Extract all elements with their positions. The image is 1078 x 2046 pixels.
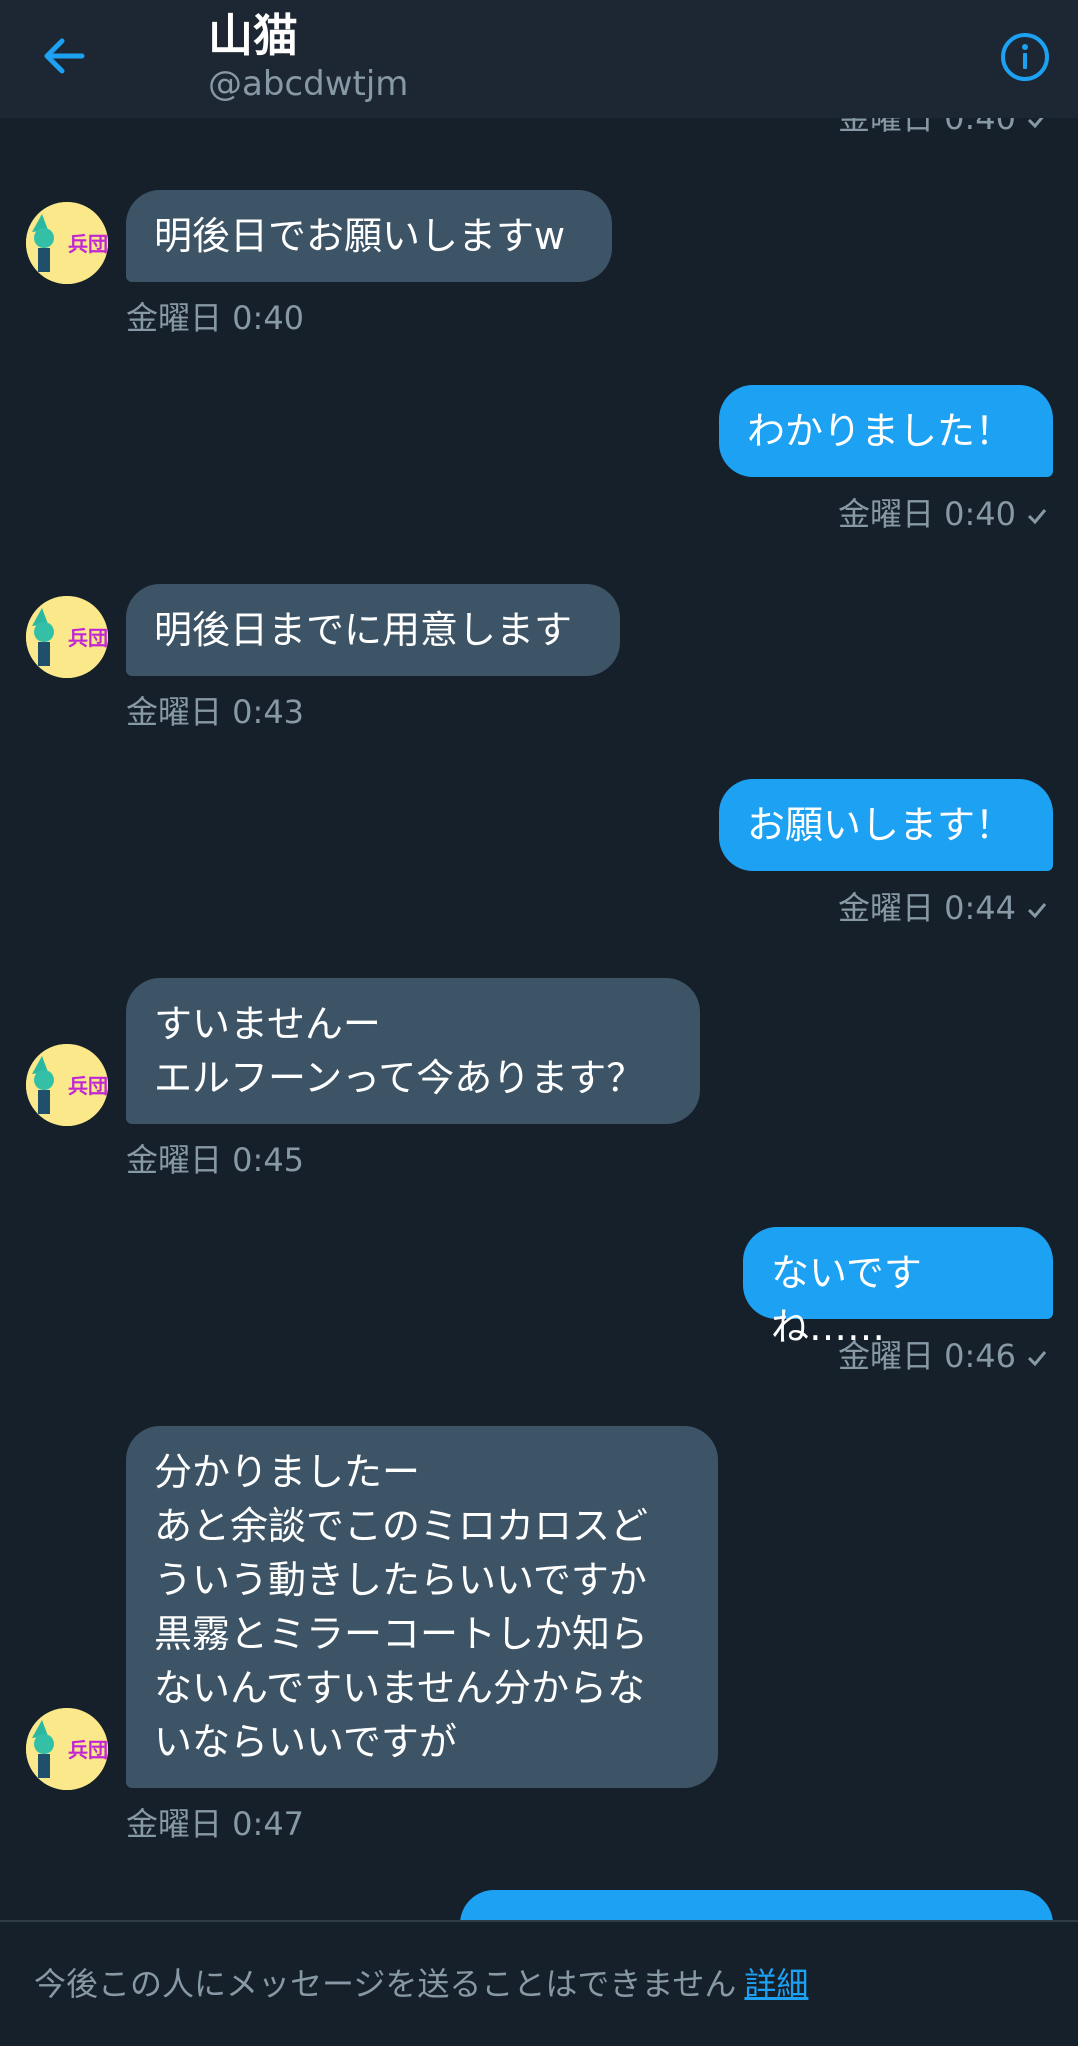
dm-restricted-footer: 今後この人にメッセージを送ることはできません 詳細	[0, 1920, 1078, 2046]
avatar[interactable]: 兵団	[26, 1708, 108, 1790]
avatar-image-icon: 兵団	[26, 1044, 108, 1126]
message-bubble-incoming[interactable]: 明後日でお願いしますw	[126, 190, 612, 282]
message-bubble-outgoing[interactable]: わかりました！	[719, 385, 1053, 477]
avatar[interactable]: 兵団	[26, 596, 108, 678]
message-timestamp: 金曜日 0:46	[838, 1336, 1048, 1378]
conversation-title: 山猫	[208, 9, 299, 62]
avatar-image-icon: 兵団	[26, 202, 108, 284]
avatar-image-icon: 兵団	[26, 596, 108, 678]
arrow-left-icon	[44, 38, 85, 74]
message-timestamp: 金曜日 0:43	[126, 693, 305, 731]
message-bubble-outgoing[interactable]: お願いします！	[719, 779, 1053, 871]
info-button[interactable]	[998, 30, 1052, 84]
message-timestamp: 金曜日 0:45	[126, 1141, 305, 1179]
conversation-handle: @abcdwtjm	[208, 64, 409, 104]
footer-notice: 今後この人にメッセージを送ることはできません 詳細	[34, 1962, 808, 2006]
checkmark-icon	[1026, 1338, 1048, 1378]
info-circle-icon	[1001, 33, 1049, 81]
svg-text:兵団: 兵団	[68, 1074, 108, 1098]
checkmark-icon	[1026, 496, 1048, 536]
message-timestamp: 金曜日 0:44	[838, 888, 1048, 930]
back-button[interactable]	[34, 26, 94, 86]
avatar[interactable]: 兵団	[26, 1044, 108, 1126]
message-timestamp: 金曜日 0:40	[838, 118, 1048, 140]
dm-conversation-screen: 山猫 @abcdwtjm 金曜日 0:40 兵団 明後日でお願いしますw 金曜日…	[0, 0, 1078, 2046]
message-bubble-incoming[interactable]: すいませんー エルフーンって今あります？	[126, 978, 700, 1124]
checkmark-icon	[1026, 890, 1048, 930]
message-bubble-incoming[interactable]: 明後日までに用意します	[126, 584, 620, 676]
svg-text:兵団: 兵団	[68, 232, 108, 256]
message-thread[interactable]: 金曜日 0:40 兵団 明後日でお願いしますw 金曜日 0:40 わかりました！…	[0, 118, 1078, 1920]
svg-text:兵団: 兵団	[68, 1738, 108, 1762]
avatar[interactable]: 兵団	[26, 202, 108, 284]
message-bubble-outgoing-partial[interactable]	[460, 1890, 1053, 1920]
details-link[interactable]: 詳細	[744, 1965, 808, 2003]
message-bubble-outgoing[interactable]: ないですね……	[743, 1227, 1053, 1349]
avatar-image-icon: 兵団	[26, 1708, 108, 1790]
message-timestamp: 金曜日 0:40	[838, 494, 1048, 536]
checkmark-icon	[1026, 118, 1048, 140]
message-timestamp: 金曜日 0:40	[126, 299, 305, 337]
conversation-header: 山猫 @abcdwtjm	[0, 0, 1078, 118]
svg-text:兵団: 兵団	[68, 626, 108, 650]
message-bubble-incoming[interactable]: 分かりましたー あと余談でこのミロカロスど ういう動きしたらいいですか 黒霧とミ…	[126, 1426, 718, 1788]
footer-notice-text: 今後この人にメッセージを送ることはできません	[34, 1965, 737, 2003]
message-timestamp: 金曜日 0:47	[126, 1805, 305, 1843]
